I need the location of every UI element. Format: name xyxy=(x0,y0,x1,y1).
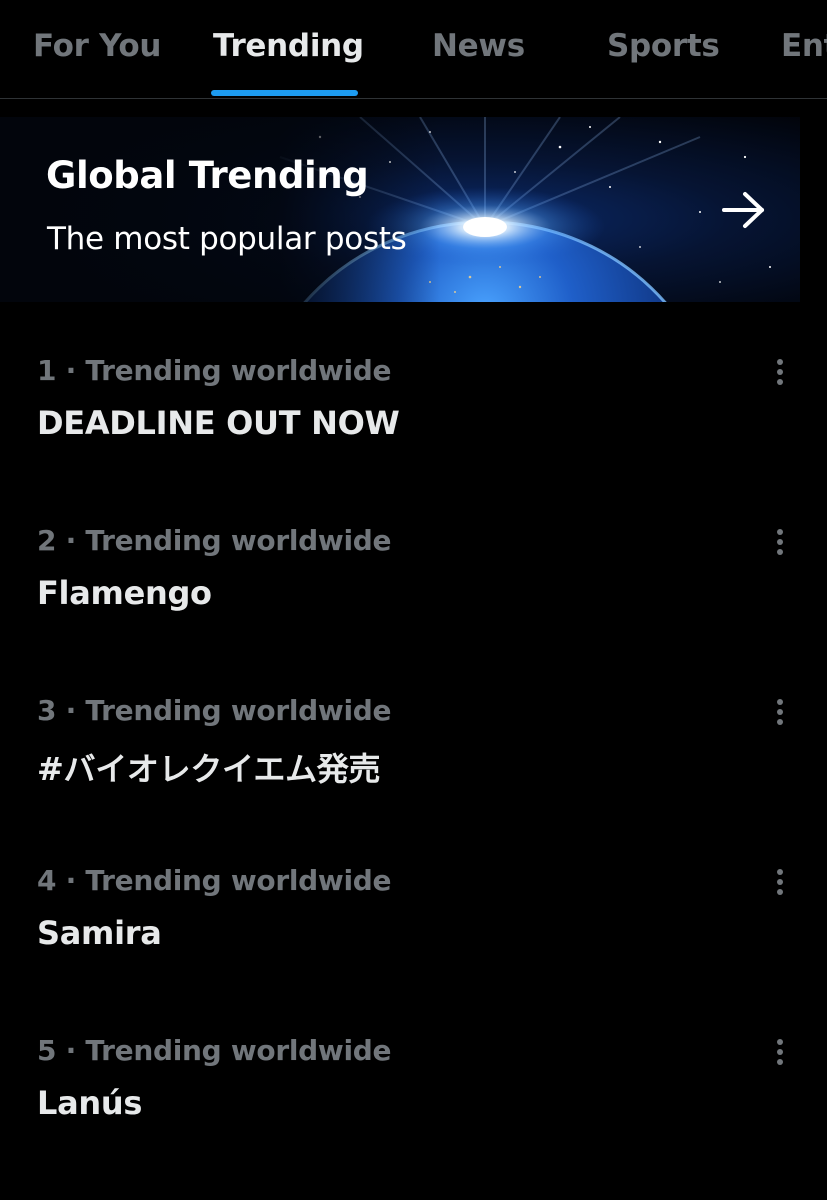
tab-label: Trending xyxy=(213,28,364,64)
trend-name: Samira xyxy=(37,914,162,952)
tab-sports[interactable]: Sports xyxy=(607,0,720,98)
trend-meta: 5 · Trending worldwide xyxy=(37,1034,392,1067)
more-options-icon[interactable] xyxy=(765,354,795,390)
tab-label: Ent xyxy=(781,28,827,64)
trend-name: #バイオレクイエム発売 xyxy=(37,750,381,788)
trend-item[interactable]: 5 · Trending worldwide Lanús xyxy=(0,982,827,1152)
tab-label: News xyxy=(432,28,525,64)
trend-name: Flamengo xyxy=(37,574,212,612)
trend-item[interactable]: 4 · Trending worldwide Samira xyxy=(0,812,827,982)
tab-trending[interactable]: Trending xyxy=(211,0,364,98)
more-options-icon[interactable] xyxy=(765,694,795,730)
trend-meta: 2 · Trending worldwide xyxy=(37,524,392,557)
trend-meta: 4 · Trending worldwide xyxy=(37,864,392,897)
tab-label: For You xyxy=(33,28,162,64)
trend-list: 1 · Trending worldwide DEADLINE OUT NOW … xyxy=(0,302,827,1152)
tab-entertainment[interactable]: Ent xyxy=(781,0,827,98)
tab-for-you[interactable]: For You xyxy=(33,0,161,98)
trend-name: DEADLINE OUT NOW xyxy=(37,404,400,442)
tab-news[interactable]: News xyxy=(432,0,525,98)
trend-meta: 3 · Trending worldwide xyxy=(37,694,392,727)
tab-bar: For You Trending News Sports Ent xyxy=(0,0,827,99)
more-options-icon[interactable] xyxy=(765,1034,795,1070)
trend-item[interactable]: 1 · Trending worldwide DEADLINE OUT NOW xyxy=(0,302,827,472)
trend-meta: 1 · Trending worldwide xyxy=(37,354,392,387)
global-trending-banner[interactable]: Global Trending The most popular posts xyxy=(0,117,800,302)
more-options-icon[interactable] xyxy=(765,864,795,900)
banner-title: Global Trending xyxy=(46,154,369,197)
trend-name: Lanús xyxy=(37,1084,143,1122)
earth-background-image xyxy=(0,117,800,302)
banner-subtitle: The most popular posts xyxy=(47,221,407,257)
trend-item[interactable]: 2 · Trending worldwide Flamengo xyxy=(0,472,827,642)
arrow-right-icon[interactable] xyxy=(718,189,768,231)
more-options-icon[interactable] xyxy=(765,524,795,560)
active-tab-indicator xyxy=(211,90,358,96)
trend-item[interactable]: 3 · Trending worldwide #バイオレクイエム発売 xyxy=(0,642,827,812)
tab-label: Sports xyxy=(607,28,720,64)
